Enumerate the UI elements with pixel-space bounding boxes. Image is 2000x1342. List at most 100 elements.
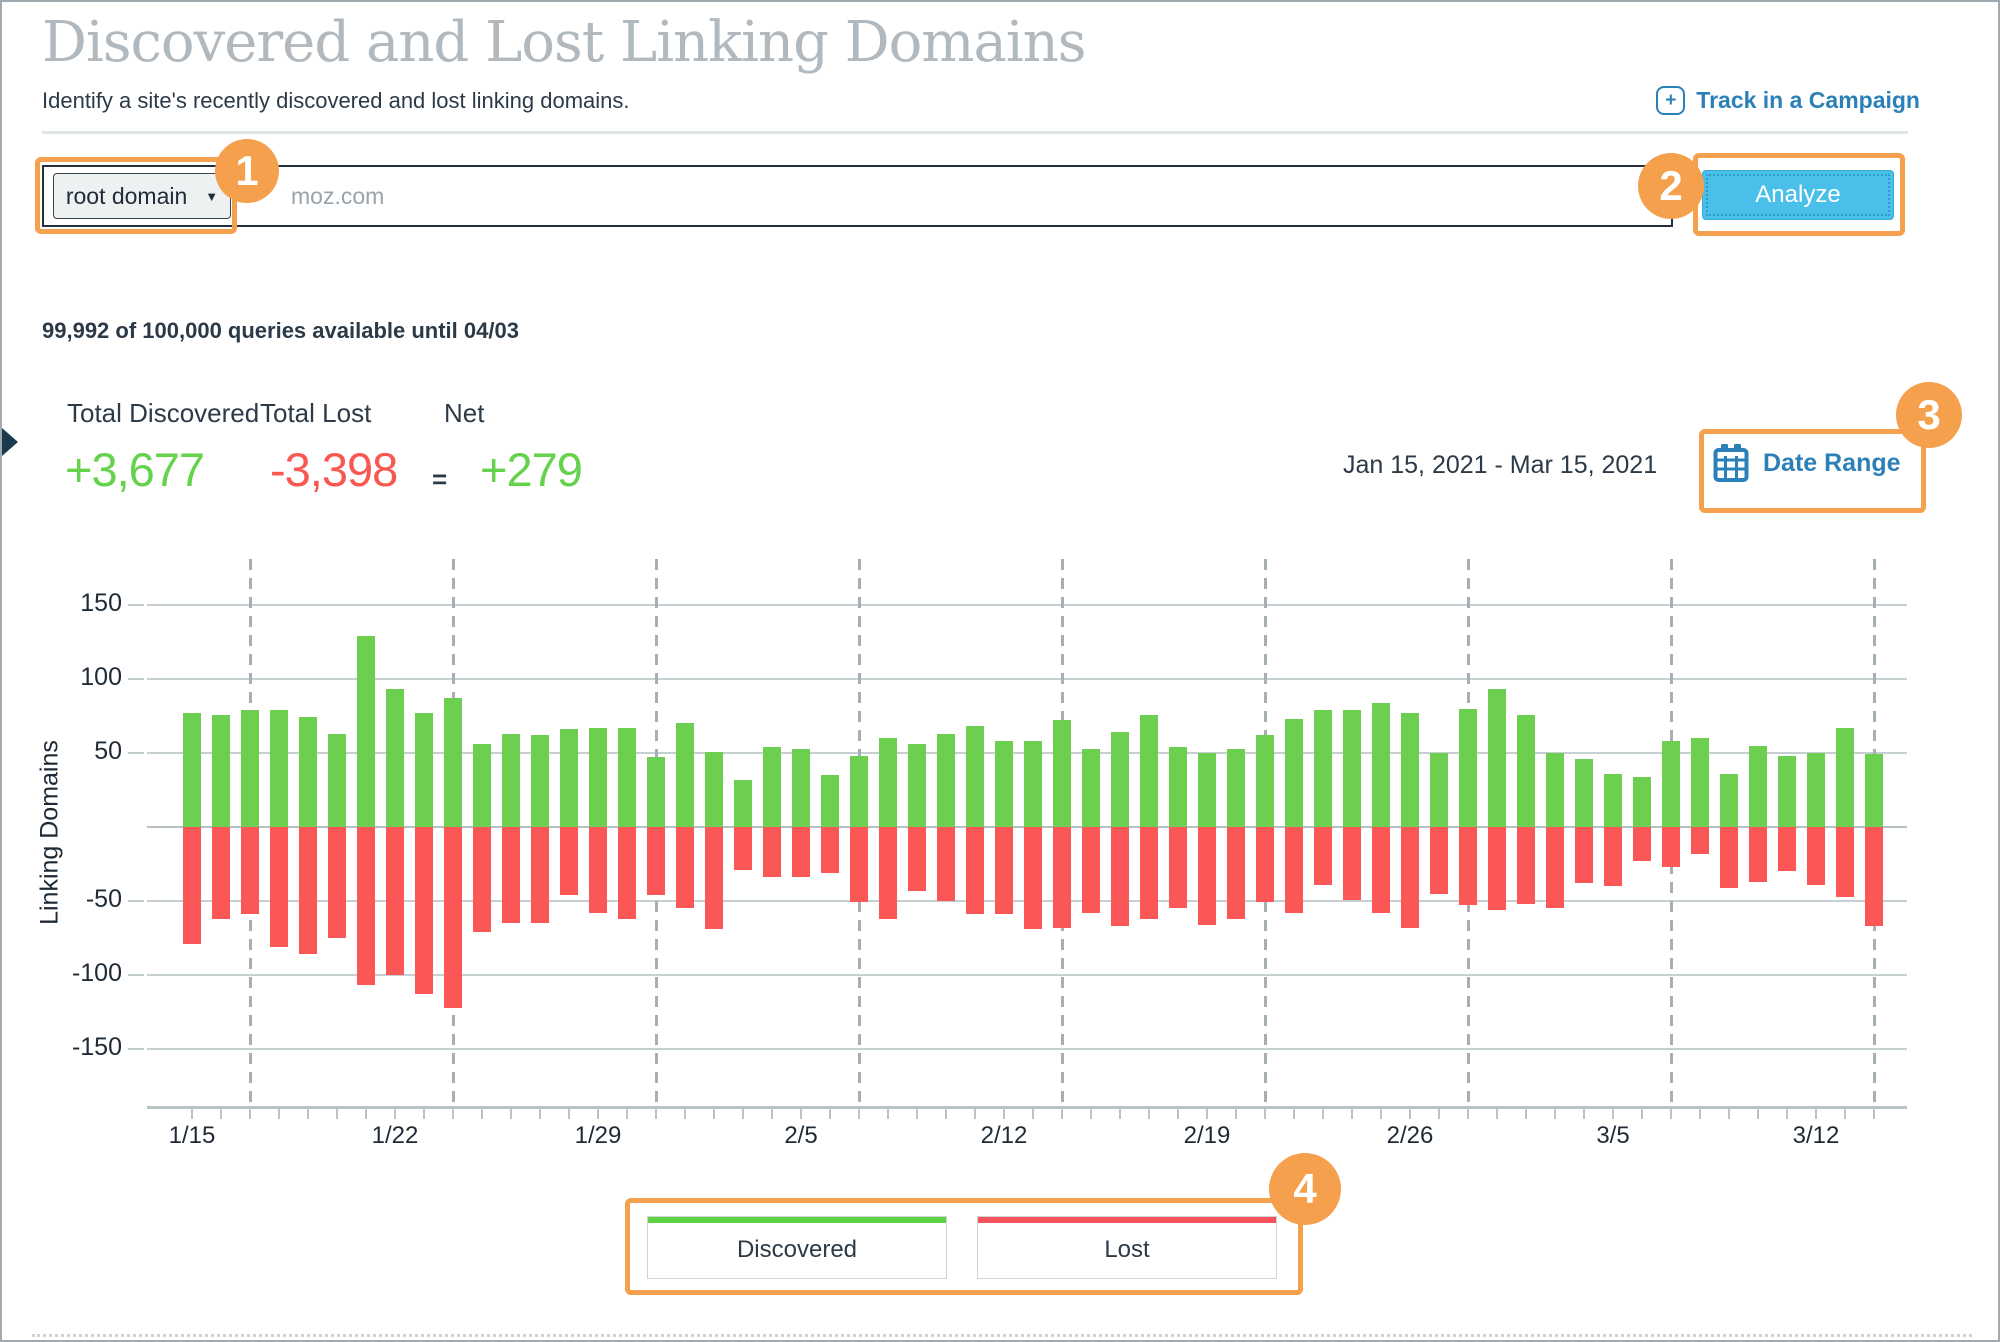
step-badge-1: 1: [215, 139, 279, 203]
x-day-tick: [220, 1109, 222, 1119]
gridline: [147, 604, 1907, 606]
x-day-tick: [771, 1109, 773, 1119]
bar-lost: [1720, 827, 1738, 888]
x-day-tick: [1641, 1109, 1643, 1119]
x-day-tick: [626, 1109, 628, 1119]
bar-discovered: [966, 726, 984, 827]
net-value: +279: [480, 442, 582, 497]
y-tick-mark: [128, 1048, 144, 1050]
bar-discovered: [1053, 720, 1071, 827]
bar-lost: [183, 827, 201, 944]
bar-lost: [1691, 827, 1709, 854]
bar-lost: [734, 827, 752, 870]
x-day-tick: [249, 1109, 251, 1119]
x-day-tick: [278, 1109, 280, 1119]
y-tick-mark: [128, 974, 144, 976]
bar-lost: [1633, 827, 1651, 861]
bar-lost: [647, 827, 665, 895]
scope-dropdown[interactable]: root domain ▼: [53, 173, 231, 219]
bar-lost: [589, 827, 607, 913]
x-day-tick: [394, 1109, 396, 1119]
bar-lost: [792, 827, 810, 877]
x-day-tick: [1380, 1109, 1382, 1119]
date-range-button[interactable]: Date Range: [1713, 443, 1901, 483]
y-tick-mark: [128, 900, 144, 902]
x-day-tick: [1438, 1109, 1440, 1119]
bar-lost: [1836, 827, 1854, 897]
y-tick-label: 100: [40, 663, 122, 692]
bar-discovered: [1082, 749, 1100, 827]
y-tick-label: -50: [40, 885, 122, 914]
bar-discovered: [415, 713, 433, 827]
scope-dropdown-value: root domain: [66, 183, 187, 210]
bar-lost: [1865, 827, 1883, 926]
analyze-button[interactable]: Analyze: [1702, 170, 1894, 220]
bar-lost: [1111, 827, 1129, 926]
bar-discovered: [1285, 719, 1303, 827]
bar-discovered: [763, 747, 781, 827]
bar-lost: [1140, 827, 1158, 919]
total-lost-label: Total Lost: [260, 398, 371, 429]
bar-discovered: [995, 741, 1013, 827]
page-title: Discovered and Lost Linking Domains: [42, 10, 1086, 75]
x-day-tick: [974, 1109, 976, 1119]
x-day-tick: [684, 1109, 686, 1119]
x-tick-label: 2/19: [1162, 1122, 1252, 1150]
search-input[interactable]: [289, 171, 1193, 221]
bar-lost: [937, 827, 955, 901]
bar-discovered: [821, 775, 839, 827]
x-day-tick: [1844, 1109, 1846, 1119]
bar-lost: [1256, 827, 1274, 902]
x-tick-label: 3/12: [1771, 1122, 1861, 1150]
bar-lost: [444, 827, 462, 1008]
x-day-tick: [1467, 1109, 1469, 1119]
bar-lost: [1807, 827, 1825, 885]
bar-lost: [966, 827, 984, 914]
gridline: [147, 1048, 1907, 1050]
bar-lost: [531, 827, 549, 923]
bar-discovered: [734, 780, 752, 827]
bar-discovered: [241, 710, 259, 827]
x-tick-label: 1/22: [350, 1122, 440, 1150]
bar-lost: [763, 827, 781, 877]
gridline: [147, 678, 1907, 680]
bar-discovered: [1836, 728, 1854, 827]
bar-lost: [328, 827, 346, 938]
bar-lost: [850, 827, 868, 902]
x-day-tick: [1061, 1109, 1063, 1119]
bar-discovered: [647, 757, 665, 827]
x-day-tick: [1235, 1109, 1237, 1119]
search-bar: root domain ▼: [42, 165, 1673, 227]
bar-discovered: [1633, 777, 1651, 827]
x-day-tick: [1525, 1109, 1527, 1119]
legend-item-lost[interactable]: Lost: [977, 1216, 1277, 1279]
page-subtitle: Identify a site's recently discovered an…: [42, 88, 630, 114]
bar-discovered: [1865, 754, 1883, 827]
bar-discovered: [850, 756, 868, 827]
bar-discovered: [1227, 749, 1245, 827]
x-day-tick: [713, 1109, 715, 1119]
bar-discovered: [1169, 747, 1187, 827]
x-day-tick: [510, 1109, 512, 1119]
x-tick-label: 2/5: [756, 1122, 846, 1150]
bar-discovered: [357, 636, 375, 827]
x-day-tick: [800, 1109, 802, 1119]
bar-discovered: [1140, 715, 1158, 827]
bar-lost: [1488, 827, 1506, 910]
net-label: Net: [444, 398, 484, 429]
bar-lost: [386, 827, 404, 975]
bar-lost: [299, 827, 317, 954]
bar-lost: [1198, 827, 1216, 925]
bar-discovered: [299, 717, 317, 827]
bar-discovered: [1778, 756, 1796, 827]
x-day-tick: [1815, 1109, 1817, 1119]
total-lost-value: -3,398: [270, 442, 397, 497]
x-day-tick: [742, 1109, 744, 1119]
bar-discovered: [1372, 703, 1390, 827]
total-discovered-value: +3,677: [65, 442, 204, 497]
x-day-tick: [1873, 1109, 1875, 1119]
date-range-button-label: Date Range: [1763, 449, 1901, 478]
legend-item-discovered[interactable]: Discovered: [647, 1216, 947, 1279]
x-axis-line: [147, 1106, 1907, 1109]
track-in-campaign-link[interactable]: + Track in a Campaign: [1656, 86, 1920, 115]
